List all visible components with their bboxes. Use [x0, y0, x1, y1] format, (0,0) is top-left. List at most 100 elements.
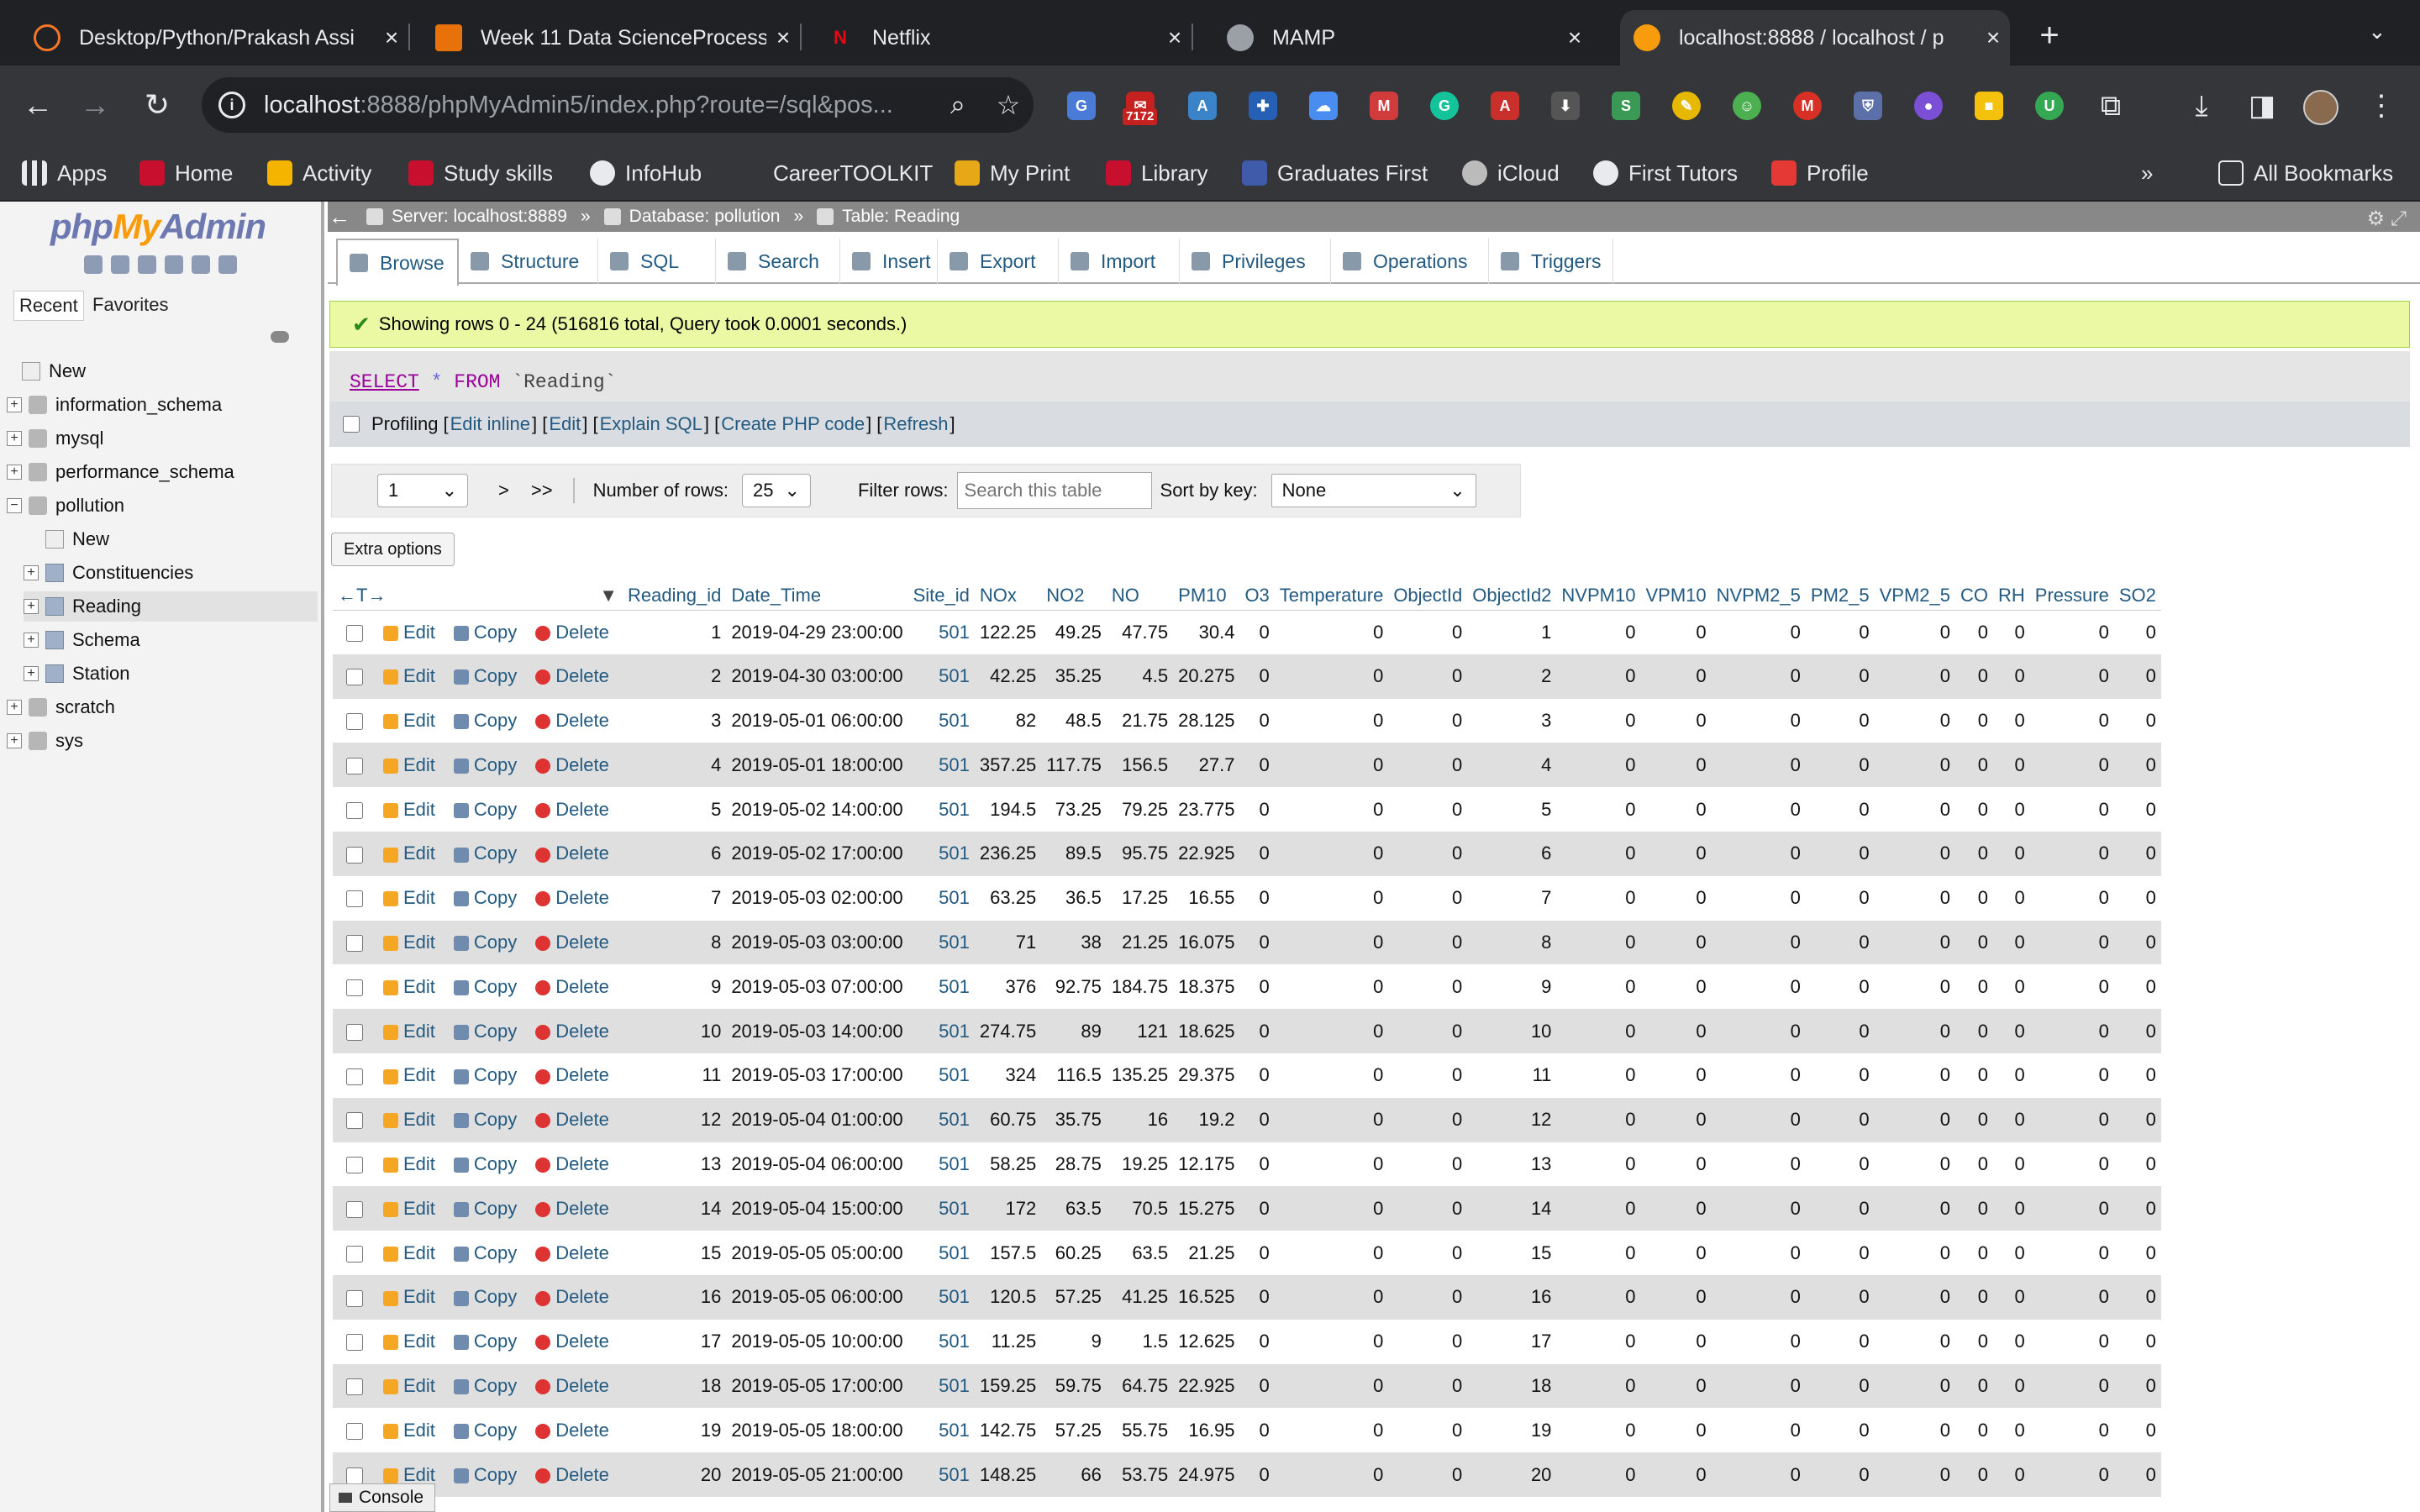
tree-item-constituencies[interactable]: + Constituencies	[24, 558, 318, 588]
tab-search[interactable]: Search	[716, 239, 840, 284]
close-icon[interactable]: ×	[1158, 24, 1192, 51]
edit-button[interactable]: Edit	[383, 1021, 435, 1042]
row-checkbox[interactable]	[346, 1023, 363, 1041]
expand-icon[interactable]: +	[24, 633, 39, 648]
edit-link[interactable]: Edit	[549, 413, 581, 435]
pdf-extension-icon[interactable]: A	[1491, 92, 1519, 120]
extension-icon[interactable]: M	[1793, 92, 1822, 120]
last-page-button[interactable]: >>	[531, 480, 553, 501]
row-checkbox[interactable]	[346, 1245, 363, 1263]
more-bookmarks-icon[interactable]: »	[2141, 158, 2153, 188]
column-header-co[interactable]: CO	[1955, 581, 1994, 611]
copy-button[interactable]: Copy	[453, 1064, 517, 1085]
edit-button[interactable]: Edit	[383, 665, 435, 686]
console-button[interactable]: Console	[329, 1483, 435, 1512]
bookmark-first-tutors[interactable]: First Tutors	[1593, 158, 1738, 188]
column-header-reading_id[interactable]: Reading_id	[623, 581, 727, 611]
reload-icon[interactable]	[218, 255, 237, 274]
tab-export[interactable]: Export	[938, 239, 1059, 284]
column-header-objectid[interactable]: ObjectId	[1388, 581, 1468, 611]
breadcrumb-server[interactable]: Server: localhost:8889	[366, 207, 567, 227]
cell-site_id[interactable]: 501	[908, 875, 975, 921]
url-text[interactable]: localhost:8888/phpMyAdmin5/index.php?rou…	[264, 92, 933, 119]
edit-button[interactable]: Edit	[383, 887, 435, 908]
zoom-icon[interactable]: ⌕	[933, 89, 983, 121]
sort-triangle-icon[interactable]: ▼	[599, 585, 618, 606]
tree-item-sys[interactable]: + sys	[7, 726, 318, 756]
copy-button[interactable]: Copy	[453, 1331, 517, 1352]
edit-button[interactable]: Edit	[383, 932, 435, 953]
extension-icon[interactable]: A	[1188, 92, 1217, 120]
avatar[interactable]	[2303, 90, 2338, 125]
column-header-nvpm2_5[interactable]: NVPM2_5	[1711, 581, 1806, 611]
copy-button[interactable]: Copy	[453, 622, 517, 643]
cell-site_id[interactable]: 501	[908, 1097, 975, 1142]
delete-button[interactable]: Delete	[535, 1286, 609, 1307]
cell-site_id[interactable]: 501	[908, 654, 975, 699]
extension-icon[interactable]: ●	[1914, 92, 1943, 120]
tab-sql[interactable]: SQL	[598, 239, 716, 284]
row-checkbox[interactable]	[346, 1157, 363, 1174]
cell-site_id[interactable]: 501	[908, 1452, 975, 1497]
side-panel-icon[interactable]: ◨	[2244, 87, 2281, 124]
browser-tab[interactable]: MAMP ×	[1193, 10, 1591, 66]
delete-button[interactable]: Delete	[535, 1021, 609, 1042]
delete-button[interactable]: Delete	[535, 1153, 609, 1174]
cell-site_id[interactable]: 501	[908, 1274, 975, 1320]
tree-item-reading[interactable]: + Reading	[24, 591, 318, 622]
tree-item-station[interactable]: + Station	[24, 659, 318, 689]
edit-button[interactable]: Edit	[383, 1064, 435, 1085]
expand-icon[interactable]: +	[7, 397, 22, 412]
copy-button[interactable]: Copy	[453, 754, 517, 775]
copy-button[interactable]: Copy	[453, 799, 517, 820]
delete-button[interactable]: Delete	[535, 1420, 609, 1441]
delete-button[interactable]: Delete	[535, 887, 609, 908]
edit-button[interactable]: Edit	[383, 710, 435, 731]
column-header-vpm10[interactable]: VPM10	[1640, 581, 1712, 611]
new-tab-button[interactable]: +	[2028, 15, 2070, 57]
breadcrumb-table[interactable]: Table: Reading	[817, 207, 960, 227]
column-arrows-icon[interactable]: ←T→	[338, 585, 386, 606]
edit-button[interactable]: Edit	[383, 622, 435, 643]
edit-button[interactable]: Edit	[383, 799, 435, 820]
copy-button[interactable]: Copy	[453, 1375, 517, 1396]
row-checkbox[interactable]	[346, 669, 363, 686]
row-checkbox[interactable]	[346, 801, 363, 819]
cell-site_id[interactable]: 501	[908, 1363, 975, 1409]
bookmark-apps[interactable]: Apps	[22, 158, 107, 188]
gear-icon[interactable]	[192, 255, 210, 274]
cell-site_id[interactable]: 501	[908, 698, 975, 743]
row-checkbox[interactable]	[346, 1068, 363, 1085]
download-extension-icon[interactable]: ⬇	[1551, 92, 1580, 120]
tab-privileges[interactable]: Privileges	[1180, 239, 1331, 284]
cell-site_id[interactable]: 501	[908, 964, 975, 1010]
column-header-pm10[interactable]: PM10	[1173, 581, 1240, 611]
row-checkbox[interactable]	[346, 890, 363, 908]
expand-icon[interactable]: +	[24, 666, 39, 681]
phpmyadmin-logo[interactable]: phpMyAdmin	[50, 207, 266, 247]
edit-button[interactable]: Edit	[383, 1242, 435, 1263]
row-checkbox[interactable]	[346, 1378, 363, 1396]
row-checkbox[interactable]	[346, 846, 363, 864]
bookmark-home[interactable]: Home	[139, 158, 233, 188]
extension-icon[interactable]: ■	[1975, 92, 2003, 120]
copy-button[interactable]: Copy	[453, 665, 517, 686]
close-icon[interactable]: ×	[1558, 24, 1591, 51]
explain-sql-link[interactable]: Explain SQL	[600, 413, 702, 435]
delete-button[interactable]: Delete	[535, 1331, 609, 1352]
edit-button[interactable]: Edit	[383, 1198, 435, 1219]
column-header-temperature[interactable]: Temperature	[1274, 581, 1389, 611]
edit-button[interactable]: Edit	[383, 1153, 435, 1174]
delete-button[interactable]: Delete	[535, 1109, 609, 1130]
tab-operations[interactable]: Operations	[1331, 239, 1489, 284]
tree-item-mysql[interactable]: + mysql	[7, 423, 318, 454]
logout-icon[interactable]	[111, 255, 129, 274]
row-checkbox[interactable]	[346, 1289, 363, 1307]
reload-icon[interactable]: ↻	[134, 82, 180, 128]
edit-button[interactable]: Edit	[383, 1109, 435, 1130]
extension-icon[interactable]: ☺	[1733, 92, 1761, 120]
sort-select[interactable]: None ⌄	[1270, 474, 1476, 507]
copy-button[interactable]: Copy	[453, 1464, 517, 1485]
tree-item-new[interactable]: New	[7, 356, 318, 386]
breadcrumb-database[interactable]: Database: pollution	[603, 207, 780, 227]
